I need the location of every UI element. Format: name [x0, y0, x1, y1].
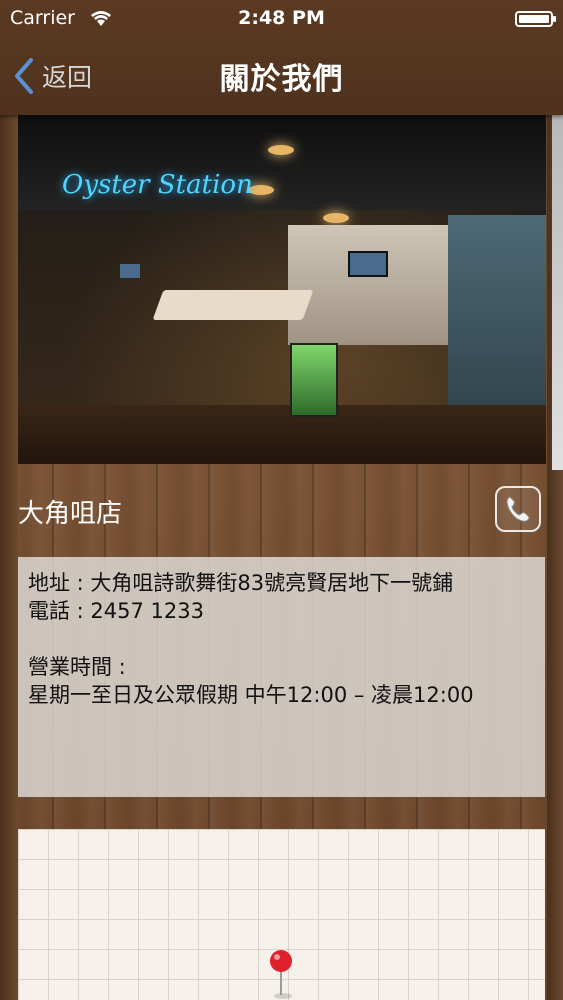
status-bar: Carrier 2:48 PM — [0, 0, 563, 40]
photo-stone-wall — [288, 225, 448, 345]
phone-text: 電話 : 2457 1233 — [28, 599, 204, 623]
restaurant-photo: Oyster Station — [18, 115, 546, 464]
photo-aquarium — [290, 343, 338, 417]
location-map[interactable] — [18, 829, 545, 1000]
photo-bar-counter — [152, 290, 314, 320]
hours-text: 星期一至日及公眾假期 中午12:00 – 凌晨12:00 — [28, 683, 474, 707]
photo-tv — [120, 264, 140, 278]
page-title: 關於我們 — [219, 62, 344, 97]
navigation-bar: 返回 關於我們 — [0, 40, 563, 115]
restaurant-sign: Oyster Station — [62, 170, 253, 200]
photo-floor — [18, 405, 546, 464]
address-text: 地址 : 大角咀詩歌舞街83號亮賢居地下一號鋪 — [28, 571, 454, 595]
top-bar: Carrier 2:48 PM 返回 關於我們 — [0, 0, 563, 115]
ceiling-lamp — [323, 213, 349, 223]
status-time: 2:48 PM — [238, 7, 325, 29]
wood-edge-left — [0, 115, 18, 1000]
battery-icon — [515, 11, 556, 27]
ceiling-lamp — [268, 145, 294, 155]
battery-fill — [519, 15, 549, 23]
store-name: 大角咀店 — [18, 499, 123, 529]
store-info-panel: 地址 : 大角咀詩歌舞街83號亮賢居地下一號鋪 電話 : 2457 1233 營… — [18, 557, 545, 797]
map-pin-icon[interactable] — [268, 949, 294, 999]
phone-icon — [506, 496, 530, 522]
photo-tv — [348, 251, 388, 277]
next-photo-peek — [552, 115, 563, 470]
hours-label: 營業時間 : — [28, 655, 126, 679]
call-button[interactable] — [495, 486, 541, 532]
